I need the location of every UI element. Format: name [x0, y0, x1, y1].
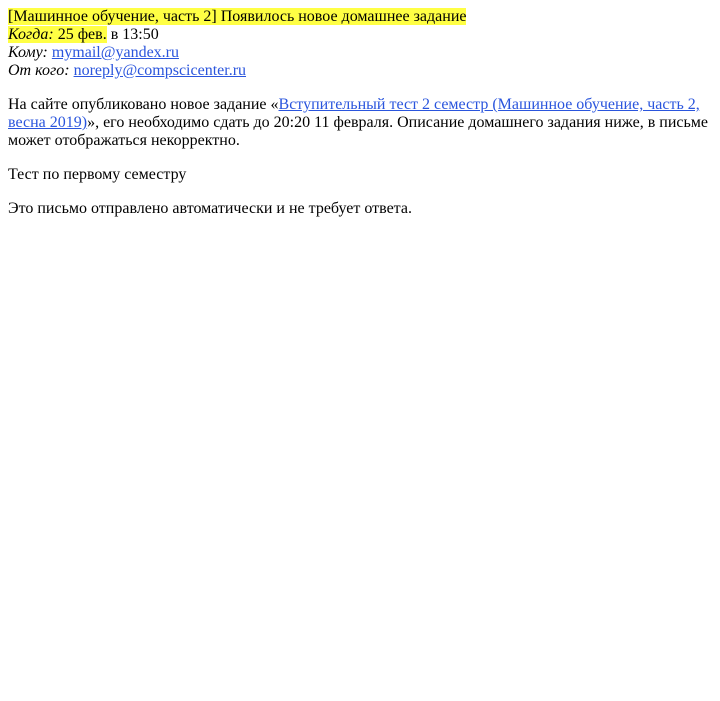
when-time: 13:50 — [122, 26, 159, 43]
when-date: 25 фев. — [57, 26, 107, 43]
p1-text-before: На сайте опубликовано новое задание « — [8, 96, 279, 113]
when-time-prefix: в — [110, 26, 119, 43]
from-label: От кого: — [8, 62, 70, 79]
when-label: Когда: — [8, 26, 54, 43]
email-from-row: От кого: noreply@compscicenter.ru — [8, 62, 712, 80]
body-paragraph-description: Тест по первому семестру — [8, 166, 187, 183]
to-label: Кому: — [8, 44, 48, 61]
p1-text-after: », его необходимо сдать до 20:20 11 февр… — [8, 114, 709, 149]
body-paragraph-assignment: На сайте опубликовано новое задание «Вст… — [8, 96, 712, 150]
body-paragraph-footer: Это письмо отправлено автоматически и не… — [8, 200, 412, 217]
email-view: [Машинное обучение, часть 2] Появилось н… — [0, 0, 720, 218]
email-header: [Машинное обучение, часть 2] Появилось н… — [8, 8, 712, 26]
from-email-link[interactable]: noreply@compscicenter.ru — [74, 62, 246, 79]
email-to-row: Кому: mymail@yandex.ru — [8, 44, 712, 62]
when-highlight: Когда: 25 фев. — [8, 26, 107, 43]
email-when-row: Когда: 25 фев. в 13:50 — [8, 26, 712, 44]
to-email-link[interactable]: mymail@yandex.ru — [52, 44, 179, 61]
email-subject: [Машинное обучение, часть 2] Появилось н… — [8, 8, 467, 25]
